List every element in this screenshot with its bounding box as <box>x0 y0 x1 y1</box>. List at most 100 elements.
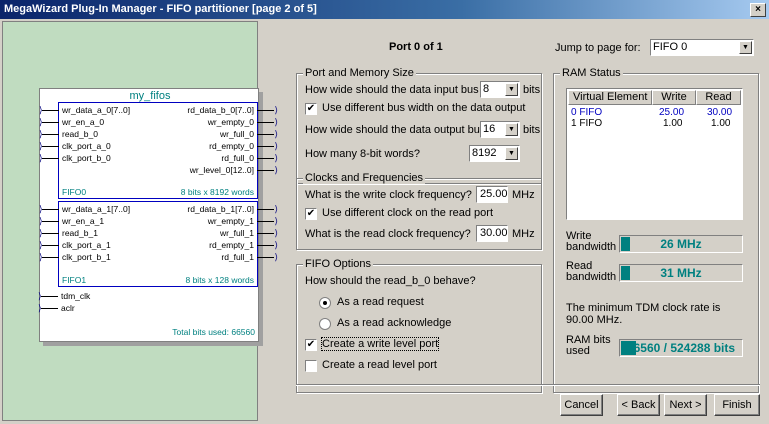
row1-read: 1.00 <box>711 118 731 129</box>
signal-label: rd_empty_0 <box>209 141 254 151</box>
ram-bits-value: 66560 / 524288 bits <box>626 341 736 355</box>
read-clock-input[interactable]: 30.00 <box>476 225 508 242</box>
pin-arrow-icon: ⟩ <box>39 141 43 151</box>
next-button[interactable]: Next > <box>664 394 707 416</box>
pin-arrow-icon: ⟩ <box>39 105 43 115</box>
fifo1-box: wr_data_a_1[7..0] ⟩ wr_en_a_1 ⟩ read_b_1 ⟩ clk… <box>39 201 278 287</box>
output-bus-question: How wide should the data output bus be? <box>305 124 507 136</box>
write-bw-label: Write bandwidth <box>566 230 617 253</box>
row0-element: 0 FIFO <box>571 107 603 118</box>
write-clock-input[interactable]: 25.00 <box>476 186 508 203</box>
fifo1-size: 8 bits x 128 words <box>185 275 254 285</box>
signal-label: rd_full_1 <box>221 252 254 262</box>
words-value: 8192 <box>472 147 497 159</box>
ram-bits-label: RAM bits used <box>566 334 611 357</box>
port-memory-group: Port and Memory Size How wide should the… <box>296 67 542 184</box>
ram-status-table[interactable]: Virtual Element Write Read 0 FIFO 25.00 … <box>566 88 743 220</box>
fifo1-label: FIFO1 <box>62 275 87 285</box>
words-select[interactable]: 8192 ▼ <box>469 145 520 162</box>
check-icon: ✔ <box>306 208 316 219</box>
pin-line <box>42 122 59 123</box>
pin-arrow-icon: ⟩ <box>38 291 42 301</box>
row0-write: 25.00 <box>659 107 685 118</box>
signal-label: clk_port_b_1 <box>62 252 111 262</box>
chevron-down-icon[interactable]: ▼ <box>505 123 518 136</box>
signal-label: clk_port_b_0 <box>62 153 111 163</box>
read-mhz-unit: MHz <box>512 228 535 240</box>
signal-label: rd_data_b_1[7..0] <box>187 204 254 214</box>
read-ack-label[interactable]: As a read acknowledge <box>337 317 451 329</box>
col-header-read[interactable]: Read <box>696 90 741 105</box>
pin-line <box>42 245 59 246</box>
input-bits-unit: bits <box>523 84 541 96</box>
col-header-write[interactable]: Write <box>652 90 696 105</box>
button-separator <box>296 384 760 386</box>
pin-line <box>42 209 59 210</box>
fifo0-size: 8 bits x 8192 words <box>180 187 254 197</box>
pin-line <box>42 257 59 258</box>
read-level-checkbox[interactable] <box>305 360 317 372</box>
write-level-label[interactable]: Create a write level port <box>320 337 440 351</box>
pin-arrow-icon: ⟩ <box>39 153 43 163</box>
pin-line <box>42 110 59 111</box>
cancel-button[interactable]: Cancel <box>560 394 603 416</box>
jump-page-value: FIFO 0 <box>653 41 688 53</box>
signal-label: read_b_1 <box>62 228 98 238</box>
row0-read: 30.00 <box>707 107 733 118</box>
pin-line <box>42 233 59 234</box>
write-bandwidth-value: 26 MHz <box>660 237 702 251</box>
signal-label: tdm_clk <box>61 291 91 301</box>
common-signals: tdm_clk ⟩ aclr ⟩ Total bits used: 66560 <box>38 289 258 339</box>
close-icon[interactable]: × <box>750 3 766 17</box>
diff-width-label[interactable]: Use different bus width on the data outp… <box>322 102 525 114</box>
signal-label: wr_data_a_1[7..0] <box>62 204 131 214</box>
read-request-label[interactable]: As a read request <box>337 296 424 308</box>
signal-label: wr_en_a_0 <box>62 117 105 127</box>
read-request-radio[interactable] <box>319 297 331 309</box>
pin-line <box>42 134 59 135</box>
pin-line <box>41 308 58 309</box>
output-bus-width-select[interactable]: 16 ▼ <box>480 121 520 138</box>
fifo-options-title: FIFO Options <box>303 258 374 270</box>
back-button[interactable]: < Back <box>617 394 660 416</box>
signal-label: aclr <box>61 303 75 313</box>
row1-write: 1.00 <box>663 118 683 129</box>
pin-arrow-icon: ⟩ <box>38 303 42 313</box>
read-bandwidth-value: 31 MHz <box>660 266 702 280</box>
pin-line <box>42 221 59 222</box>
total-bits-used: Total bits used: 66560 <box>172 327 255 337</box>
chevron-down-icon[interactable]: ▼ <box>739 41 752 54</box>
diff-clock-label[interactable]: Use different clock on the read port <box>322 207 493 219</box>
read-ack-radio[interactable] <box>319 318 331 330</box>
signal-label: clk_port_a_0 <box>62 141 111 151</box>
input-bus-question: How wide should the data input bus be? <box>305 84 501 96</box>
pin-arrow-icon: ⟩ <box>39 228 43 238</box>
signal-label: wr_empty_1 <box>207 216 254 226</box>
diff-clock-checkbox[interactable]: ✔ <box>305 208 317 220</box>
col-header-element[interactable]: Virtual Element <box>568 90 652 105</box>
finish-button[interactable]: Finish <box>714 394 760 416</box>
fifo0-box: wr_data_a_0[7..0] ⟩ wr_en_a_0 ⟩ read_b_0 ⟩ clk… <box>39 102 278 199</box>
pin-arrow-icon: ⟩ <box>39 204 43 214</box>
clocks-title: Clocks and Frequencies <box>303 172 426 184</box>
chevron-down-icon[interactable]: ▼ <box>505 147 518 160</box>
output-bits-unit: bits <box>523 124 541 136</box>
read-level-label[interactable]: Create a read level port <box>322 359 437 371</box>
input-bus-width-select[interactable]: 8 ▼ <box>480 81 520 98</box>
pin-arrow-icon: ⟩ <box>39 240 43 250</box>
signal-label: wr_full_1 <box>219 228 254 238</box>
jump-page-select[interactable]: FIFO 0 ▼ <box>650 39 754 56</box>
row1-element: 1 FIFO <box>571 118 603 129</box>
fifo0-label: FIFO0 <box>62 187 87 197</box>
pin-arrow-icon: ⟩ <box>39 129 43 139</box>
symbol-name: my_fifos <box>129 90 171 102</box>
read-bandwidth-meter: 31 MHz <box>619 264 743 282</box>
chevron-down-icon[interactable]: ▼ <box>505 83 518 96</box>
jump-label: Jump to page for: <box>555 42 641 54</box>
pin-line <box>42 158 59 159</box>
signal-label: wr_full_0 <box>219 129 254 139</box>
port-memory-title: Port and Memory Size <box>303 67 416 79</box>
write-level-checkbox[interactable]: ✔ <box>305 339 317 351</box>
diff-width-checkbox[interactable]: ✔ <box>305 103 317 115</box>
ram-status-group: RAM Status Virtual Element Write Read 0 … <box>553 67 759 393</box>
